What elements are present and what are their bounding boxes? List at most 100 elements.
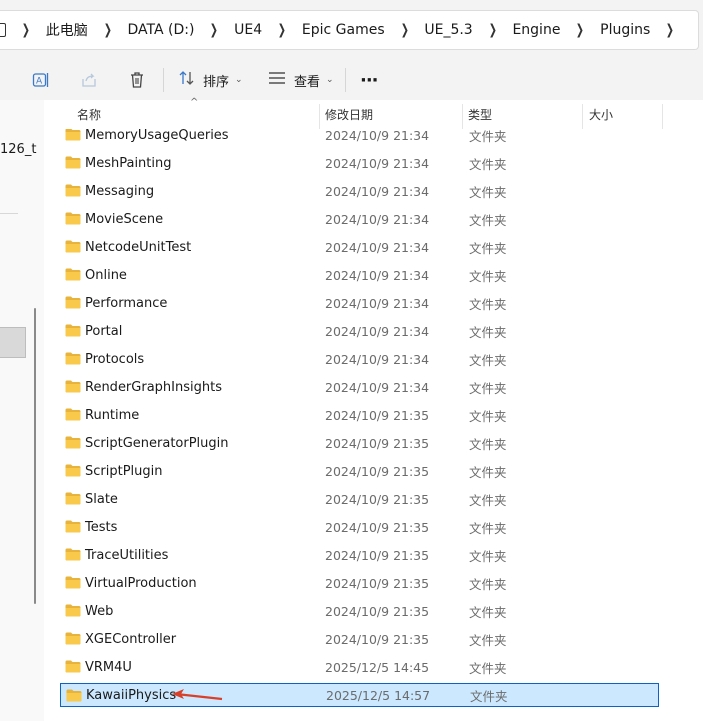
file-name: VRM4U (85, 659, 132, 675)
chevron-right-icon[interactable]: ❯ (400, 22, 408, 38)
file-type: 文件夹 (469, 548, 507, 564)
file-row[interactable]: VRM4U 2025/12/5 14:45 文件夹 (60, 655, 659, 679)
nav-item-partial[interactable]: 126_t (0, 142, 36, 157)
column-header-size[interactable]: 大小 (576, 100, 662, 129)
chevron-right-icon[interactable]: ❯ (278, 22, 286, 38)
file-modified-date: 2024/10/9 21:34 (325, 323, 430, 339)
file-name: Slate (85, 491, 118, 507)
file-name: XGEController (85, 631, 177, 647)
file-row[interactable]: NetcodeUnitTest 2024/10/9 21:34 文件夹 (60, 235, 659, 259)
file-row[interactable]: MeshPainting 2024/10/9 21:34 文件夹 (60, 151, 659, 175)
file-type: 文件夹 (469, 576, 507, 592)
chevron-right-icon[interactable]: ❯ (666, 22, 674, 38)
file-name: TraceUtilities (85, 547, 169, 563)
file-row[interactable]: VirtualProduction 2024/10/9 21:35 文件夹 (60, 571, 659, 595)
file-name: RenderGraphInsights (85, 379, 222, 395)
file-name: NetcodeUnitTest (85, 239, 192, 255)
file-row[interactable]: ScriptPlugin 2024/10/9 21:35 文件夹 (60, 459, 659, 483)
file-row[interactable]: Portal 2024/10/9 21:34 文件夹 (60, 319, 659, 343)
file-row[interactable]: XGEController 2024/10/9 21:35 文件夹 (60, 627, 659, 651)
command-bar: A 排序 ⌄ 查看 ⌄ ··· (0, 60, 703, 100)
file-row[interactable]: Tests 2024/10/9 21:35 文件夹 (60, 515, 659, 539)
chevron-down-icon: ⌄ (235, 75, 243, 85)
file-modified-date: 2024/10/9 21:34 (325, 379, 430, 395)
breadcrumb-item-plugins[interactable]: Plugins ❯ (600, 11, 690, 49)
file-type: 文件夹 (469, 436, 507, 452)
nav-scrollbar[interactable] (34, 308, 36, 604)
breadcrumb-label: DATA (D:) (127, 22, 195, 38)
breadcrumb-item-ue4[interactable]: UE4 ❯ (234, 11, 302, 49)
file-type: 文件夹 (469, 184, 507, 200)
chevron-right-icon[interactable]: ❯ (576, 22, 584, 38)
breadcrumb-item-this-pc[interactable]: 此电脑 ❯ (46, 11, 128, 49)
delete-icon[interactable] (125, 68, 149, 92)
breadcrumb-label: Engine (512, 22, 561, 38)
column-header-date[interactable]: 修改日期 (312, 100, 462, 129)
file-name: Runtime (85, 407, 140, 423)
rename-icon[interactable]: A (29, 68, 53, 92)
chevron-right-icon[interactable]: ❯ (103, 22, 111, 38)
file-modified-date: 2024/10/9 21:35 (325, 603, 430, 619)
file-row[interactable]: Messaging 2024/10/9 21:34 文件夹 (60, 179, 659, 203)
column-divider[interactable] (662, 104, 663, 129)
file-row[interactable]: Protocols 2024/10/9 21:34 文件夹 (60, 347, 659, 371)
file-list[interactable]: ^ 名称 修改日期 类型 大小 MemoryUsageQueries 2024/1… (44, 97, 703, 721)
breadcrumb-item-data-drive[interactable]: DATA (D:) ❯ (127, 11, 234, 49)
folder-icon (65, 408, 81, 421)
folder-icon (65, 128, 81, 141)
file-name: Performance (85, 295, 168, 311)
file-row[interactable]: Web 2024/10/9 21:35 文件夹 (60, 599, 659, 623)
file-modified-date: 2024/10/9 21:34 (325, 267, 430, 283)
breadcrumb-item-engine[interactable]: Engine ❯ (512, 11, 600, 49)
file-row[interactable]: ScriptGeneratorPlugin 2024/10/9 21:35 文件夹 (60, 431, 659, 455)
navigation-pane[interactable]: 126_t (0, 100, 44, 721)
view-button[interactable]: 查看 ⌄ (268, 68, 334, 92)
file-row[interactable]: Online 2024/10/9 21:34 文件夹 (60, 263, 659, 287)
chevron-right-icon[interactable]: ❯ (488, 22, 496, 38)
column-header-type[interactable]: 类型 (455, 100, 582, 129)
file-type: 文件夹 (469, 632, 507, 648)
file-name: Online (85, 267, 127, 283)
file-name: Protocols (85, 351, 145, 367)
breadcrumb-separator-root[interactable]: ❯ (6, 11, 46, 49)
file-name: Messaging (85, 183, 155, 199)
file-name: MovieScene (85, 211, 164, 227)
sort-icon (179, 70, 195, 90)
file-row[interactable]: Performance 2024/10/9 21:34 文件夹 (60, 291, 659, 315)
folder-icon (65, 268, 81, 281)
breadcrumb-item-epic-games[interactable]: Epic Games ❯ (302, 11, 424, 49)
file-type: 文件夹 (469, 408, 507, 424)
file-row[interactable]: Runtime 2024/10/9 21:35 文件夹 (60, 403, 659, 427)
toolbar-divider (345, 68, 346, 92)
chevron-right-icon[interactable]: ❯ (210, 22, 218, 38)
file-type: 文件夹 (469, 520, 507, 536)
sort-button[interactable]: 排序 ⌄ (179, 68, 243, 92)
share-icon[interactable] (77, 68, 101, 92)
file-row[interactable]: MovieScene 2024/10/9 21:34 文件夹 (60, 207, 659, 231)
breadcrumb-item-ue53[interactable]: UE_5.3 ❯ (424, 11, 512, 49)
file-type: 文件夹 (469, 296, 507, 312)
file-modified-date: 2024/10/9 21:34 (325, 211, 430, 227)
nav-item-selected[interactable] (0, 327, 26, 358)
sort-label: 排序 (203, 74, 230, 90)
view-icon (268, 71, 286, 89)
file-row[interactable]: Slate 2024/10/9 21:35 文件夹 (60, 487, 659, 511)
column-header-label: 类型 (468, 108, 493, 122)
file-modified-date: 2024/10/9 21:34 (325, 239, 430, 255)
file-modified-date: 2024/10/9 21:34 (325, 127, 430, 143)
file-row[interactable]: RenderGraphInsights 2024/10/9 21:34 文件夹 (60, 375, 659, 399)
file-row[interactable]: TraceUtilities 2024/10/9 21:35 文件夹 (60, 543, 659, 567)
folder-icon (65, 324, 81, 337)
breadcrumb[interactable]: ❯ 此电脑 ❯ DATA (D:) ❯ UE4 ❯ Epic Games ❯ UE_5.… (0, 10, 699, 50)
file-modified-date: 2024/10/9 21:34 (325, 183, 430, 199)
column-header-name[interactable]: 名称 (64, 100, 319, 129)
file-modified-date: 2025/12/5 14:45 (325, 659, 430, 675)
file-type: 文件夹 (469, 324, 507, 340)
file-row-selected[interactable]: KawaiiPhysics 2025/12/5 14:57 文件夹 (60, 683, 659, 707)
file-type: 文件夹 (469, 492, 507, 508)
file-type: 文件夹 (469, 240, 507, 256)
chevron-right-icon[interactable]: ❯ (22, 22, 30, 38)
file-modified-date: 2024/10/9 21:35 (325, 575, 430, 591)
more-button[interactable]: ··· (360, 68, 378, 92)
file-modified-date: 2024/10/9 21:35 (325, 631, 430, 647)
